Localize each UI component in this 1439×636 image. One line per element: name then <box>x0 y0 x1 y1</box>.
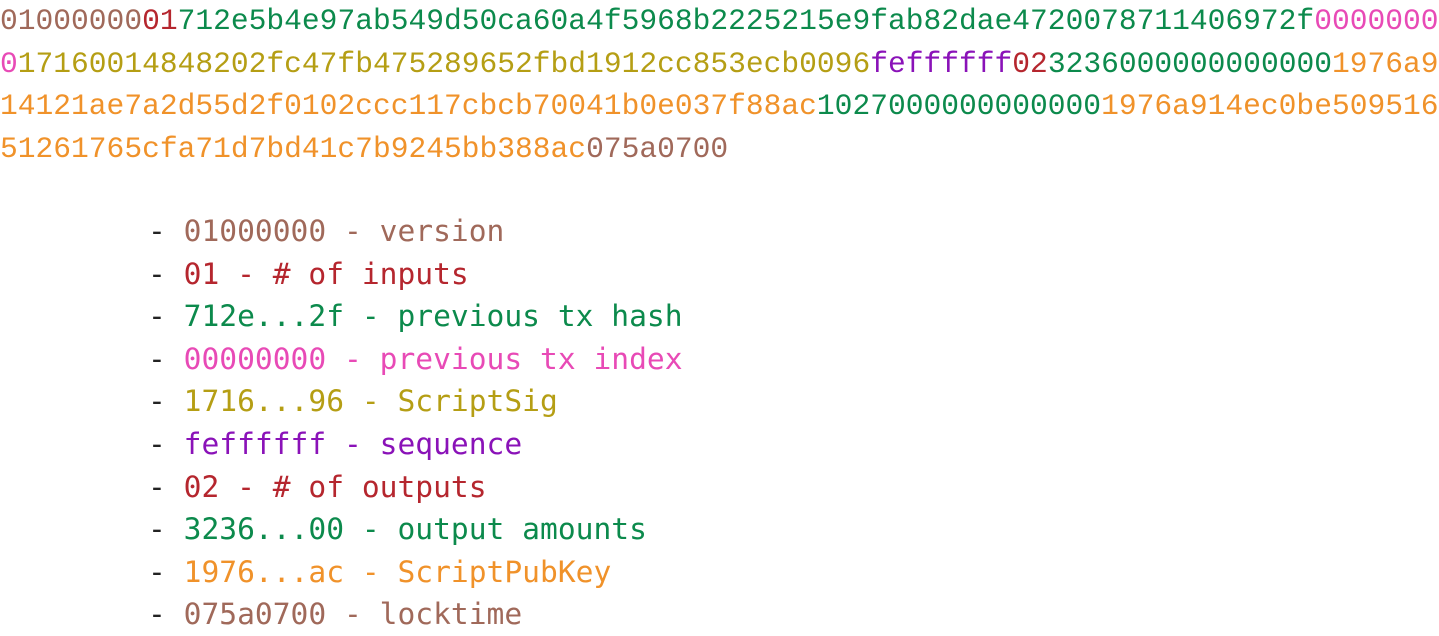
hex-segment-script-pubkey: 1976a9 <box>1331 46 1439 81</box>
hex-line: 14121ae7a2d55d2f0102ccc117cbcb70041b0e03… <box>0 85 1439 128</box>
legend-separator: - <box>326 426 380 461</box>
legend-value: 01000000 <box>183 214 327 248</box>
hex-segment-prev-hash: 712e5b4e97ab549d50ca60a4f5968b2225215e9f… <box>177 4 1315 38</box>
hex-segment-output-amounts: 1027000000000000 <box>816 89 1102 124</box>
legend-label: output amounts <box>397 512 647 547</box>
legend-label: version <box>379 214 505 248</box>
legend-value: 3236...00 <box>183 512 345 547</box>
legend-label: ScriptPubKey <box>397 554 612 589</box>
legend-item-output-count: - 02 - # of outputs <box>148 466 683 509</box>
legend-bullet: - <box>148 554 166 589</box>
hex-segment-output-amounts: 3236000000000000 <box>1047 46 1332 81</box>
legend-label: # of outputs <box>272 469 487 504</box>
legend-item-script-pubkey: - 1976...ac - ScriptPubKey <box>148 551 683 594</box>
hex-line: 017160014848202fc47fb475289652fbd1912cc8… <box>0 43 1439 86</box>
legend-label: # of inputs <box>272 256 469 291</box>
field-legend: - 01000000 - version - 01 - # of inputs - … <box>148 210 683 636</box>
legend-bullet: - <box>148 426 166 461</box>
legend-separator: - <box>219 256 273 291</box>
legend-label: locktime <box>379 597 523 632</box>
legend-separator: - <box>344 512 398 547</box>
legend-bullet: - <box>148 597 166 632</box>
legend-separator: - <box>344 384 398 419</box>
raw-transaction-hex: 0100000001712e5b4e97ab549d50ca60a4f5968b… <box>0 0 1439 170</box>
hex-line: 0100000001712e5b4e97ab549d50ca60a4f5968b… <box>0 0 1439 43</box>
hex-segment-prev-index: 0 <box>0 46 18 81</box>
hex-segment-script-pubkey: 14121ae7a2d55d2f0102ccc117cbcb70041b0e03… <box>0 89 817 124</box>
legend-item-script-sig: - 1716...96 - ScriptSig <box>148 380 683 423</box>
legend-bullet: - <box>148 384 166 419</box>
hex-segment-script-pubkey: 51261765cfa71d7bd41c7b9245bb388ac <box>0 131 587 166</box>
legend-value: 075a0700 <box>183 597 327 632</box>
legend-value: 712e...2f <box>183 299 345 334</box>
hex-segment-locktime: 075a0700 <box>586 131 729 166</box>
legend-value: 01 <box>183 256 220 291</box>
legend-label: previous tx hash <box>397 299 683 334</box>
legend-value: feffffff <box>183 426 327 461</box>
legend-separator: - <box>326 597 380 632</box>
legend-bullet: - <box>148 299 166 334</box>
legend-bullet: - <box>148 256 166 291</box>
legend-separator: - <box>219 469 273 504</box>
legend-bullet: - <box>148 341 166 376</box>
legend-label: sequence <box>379 426 523 461</box>
hex-segment-script-pubkey: 1976a914ec0be509516 <box>1101 89 1439 124</box>
hex-segment-prev-index: 0000000 <box>1314 4 1439 38</box>
legend-item-sequence: - feffffff - sequence <box>148 423 683 466</box>
legend-label: ScriptSig <box>397 384 558 419</box>
legend-item-version: - 01000000 - version <box>148 210 683 253</box>
legend-value: 1716...96 <box>183 384 345 419</box>
legend-value: 02 <box>183 469 220 504</box>
legend-bullet: - <box>148 214 166 248</box>
hex-segment-version: 01000000 <box>0 4 143 38</box>
legend-bullet: - <box>148 512 166 547</box>
legend-separator: - <box>344 299 398 334</box>
legend-item-output-amounts: - 3236...00 - output amounts <box>148 508 683 551</box>
legend-item-prev-hash: - 712e...2f - previous tx hash <box>148 295 683 338</box>
legend-bullet: - <box>148 469 166 504</box>
hex-segment-script-sig: 17160014848202fc47fb475289652fbd1912cc85… <box>17 46 871 81</box>
legend-separator: - <box>326 341 380 376</box>
hex-line: 51261765cfa71d7bd41c7b9245bb388ac075a070… <box>0 128 1439 171</box>
hex-segment-sequence: feffffff <box>870 46 1013 81</box>
legend-value: 1976...ac <box>183 554 345 589</box>
legend-separator: - <box>344 554 398 589</box>
hex-segment-output-count: 02 <box>1012 46 1048 81</box>
legend-item-input-count: - 01 - # of inputs <box>148 253 683 296</box>
legend-item-locktime: - 075a0700 - locktime <box>148 593 683 636</box>
legend-value: 00000000 <box>183 341 327 376</box>
legend-item-prev-index: - 00000000 - previous tx index <box>148 338 683 381</box>
legend-label: previous tx index <box>379 341 683 376</box>
hex-segment-input-count: 01 <box>142 4 178 38</box>
legend-separator: - <box>326 214 380 248</box>
